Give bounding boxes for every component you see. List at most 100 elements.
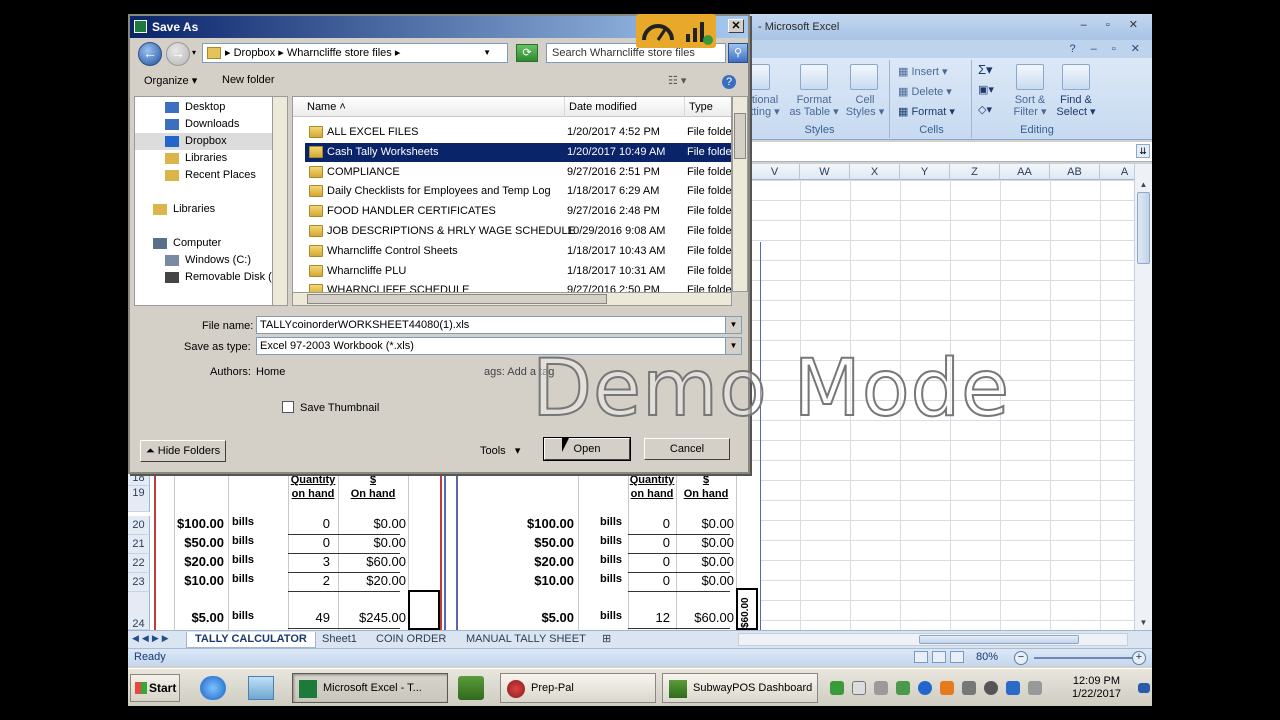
column-header[interactable]: AB — [1050, 164, 1100, 180]
file-name-field[interactable]: TALLYcoinorderWORKSHEET44080(1).xls ▼ — [256, 316, 742, 334]
column-header[interactable]: W — [800, 164, 850, 180]
tools-button[interactable]: Tools ▾ — [480, 444, 520, 457]
autosum-icon[interactable]: Σ▾ — [978, 63, 993, 76]
taskbar-subwaypos-button[interactable]: SubwayPOS Dashboard — [662, 673, 818, 703]
selected-box-cell[interactable] — [408, 590, 440, 630]
row-header[interactable]: 18 — [128, 472, 150, 486]
search-icon[interactable]: ⚲ — [728, 43, 748, 63]
amount-cell[interactable]: $60.00 — [340, 554, 406, 569]
vertical-scroll-thumb[interactable] — [1137, 192, 1150, 264]
clock[interactable]: 12:09 PM 1/22/2017 — [1072, 675, 1121, 701]
quantity-cell[interactable]: 0 — [288, 535, 330, 550]
organize-button[interactable]: Organize ▾ — [144, 74, 197, 87]
nav-item-computer[interactable]: Computer — [135, 235, 277, 252]
amount-cell[interactable]: $60.00 — [678, 610, 734, 625]
find-select-icon[interactable] — [1062, 64, 1090, 90]
workbook-window-controls[interactable]: ? – ▫ ✕ — [1069, 42, 1146, 55]
volume-icon[interactable] — [1028, 681, 1042, 695]
crumb-wharncliffe[interactable]: Wharncliffe store files — [287, 47, 392, 59]
amount-cell[interactable]: $0.00 — [678, 535, 734, 550]
forward-button[interactable]: → — [166, 42, 190, 66]
amount-cell[interactable]: $0.00 — [678, 554, 734, 569]
amount-cell[interactable]: $0.00 — [340, 516, 406, 531]
internet-explorer-icon[interactable] — [200, 676, 226, 700]
back-button[interactable]: ← — [138, 42, 162, 66]
quantity-cell[interactable]: 0 — [628, 516, 670, 531]
row-header[interactable]: 19 — [128, 486, 150, 512]
row-header[interactable]: 23 — [128, 573, 150, 592]
nav-item-recent-places[interactable]: Recent Places — [135, 167, 277, 184]
file-row[interactable]: Wharncliffe PLU 1/18/2017 10:31 AM File fo… — [305, 262, 731, 281]
zoom-out-icon[interactable]: − — [1014, 651, 1028, 665]
start-button[interactable]: Start — [130, 674, 180, 702]
authors-value[interactable]: Home — [256, 366, 285, 378]
address-box[interactable]: ▸ Dropbox ▸ Wharncliffe store files ▸ ▼ — [202, 43, 508, 63]
tray-app-icon[interactable] — [830, 681, 844, 695]
pos-app-icon[interactable] — [458, 676, 484, 700]
open-button[interactable]: Open — [543, 437, 631, 461]
explorer-icon[interactable] — [248, 676, 274, 700]
denomination-cell[interactable]: $50.00 — [518, 535, 574, 550]
nav-item-downloads[interactable]: Downloads — [135, 116, 277, 133]
unit-cell[interactable]: bills — [232, 535, 272, 547]
format-as-table-icon[interactable] — [800, 64, 828, 90]
tray-icon[interactable] — [962, 681, 976, 695]
flag-icon[interactable] — [852, 681, 866, 695]
horizontal-scroll-thumb[interactable] — [919, 635, 1079, 644]
denomination-cell[interactable]: $10.00 — [518, 573, 574, 588]
file-list-hscroll-thumb[interactable] — [307, 294, 607, 304]
tab-coin-order[interactable]: COIN ORDER — [368, 632, 454, 648]
amount-cell[interactable]: $20.00 — [340, 573, 406, 588]
unit-cell[interactable]: bills — [232, 573, 272, 585]
tab-sheet1[interactable]: Sheet1 — [314, 632, 365, 648]
quantity-cell[interactable]: 3 — [288, 554, 330, 569]
nav-pane-scrollbar[interactable] — [272, 96, 288, 306]
nav-item-desktop[interactable]: Desktop — [135, 99, 277, 116]
find-select-button[interactable]: Find & Select ▾ — [1054, 94, 1098, 118]
nav-item-removable-disk-d[interactable]: Removable Disk (D — [135, 269, 277, 286]
nav-item-libraries[interactable]: Libraries — [135, 150, 277, 167]
quantity-cell[interactable]: 0 — [288, 516, 330, 531]
format-button[interactable]: ▦ Format ▾ — [898, 106, 955, 118]
dropbox-tray-icon[interactable] — [918, 681, 932, 695]
cell-styles-icon[interactable] — [850, 64, 878, 90]
clear-icon[interactable]: ◇▾ — [978, 104, 992, 116]
unit-cell[interactable]: bills — [232, 516, 272, 528]
insert-button[interactable]: ▦ Insert ▾ — [898, 66, 948, 78]
column-header[interactable]: Z — [950, 164, 1000, 180]
quantity-cell[interactable]: 12 — [628, 610, 670, 625]
unit-cell[interactable]: bills — [232, 554, 272, 566]
zoom-slider[interactable] — [1034, 657, 1134, 659]
unit-cell[interactable]: bills — [232, 610, 272, 622]
denomination-cell[interactable]: $5.00 — [174, 610, 224, 625]
normal-view-icon[interactable] — [914, 651, 928, 663]
address-dropdown-icon[interactable]: ▼ — [483, 44, 491, 62]
refresh-button[interactable]: ⟳ — [516, 44, 538, 62]
denomination-cell[interactable]: $5.00 — [518, 610, 574, 625]
file-row[interactable]: Daily Checklists for Employees and Temp … — [305, 182, 731, 201]
conditional-formatting-button[interactable]: tional tting ▾ — [748, 94, 782, 118]
file-row[interactable]: COMPLIANCE 9/27/2016 2:51 PM File folder — [305, 163, 731, 182]
tab-manual-tally-sheet[interactable]: MANUAL TALLY SHEET — [458, 632, 594, 648]
expand-formula-icon[interactable]: ⇊ — [1136, 144, 1150, 158]
file-row[interactable]: Cash Tally Worksheets 1/20/2017 10:49 AM F… — [305, 142, 731, 162]
nav-item-dropbox[interactable]: Dropbox — [135, 133, 277, 150]
tray-icon-3[interactable] — [1006, 681, 1020, 695]
file-list-vscroll-thumb[interactable] — [734, 113, 746, 159]
denomination-cell[interactable]: $100.00 — [518, 516, 574, 531]
taskbar-excel-button[interactable]: Microsoft Excel - T... — [292, 673, 448, 703]
taskbar-preppal-button[interactable]: Prep-Pal — [500, 673, 656, 703]
recent-locations-icon[interactable]: ▾ — [192, 48, 196, 57]
format-as-table-button[interactable]: Format as Table ▾ — [786, 94, 842, 118]
fill-icon[interactable]: ▣▾ — [978, 84, 994, 96]
quantity-cell[interactable]: 0 — [628, 573, 670, 588]
chevron-down-icon[interactable]: ▼ — [725, 317, 741, 333]
insert-sheet-icon[interactable]: ⊞ — [594, 632, 619, 648]
quantity-cell[interactable]: 49 — [288, 610, 330, 625]
horizontal-scrollbar[interactable] — [738, 633, 1128, 646]
column-header[interactable]: X — [850, 164, 900, 180]
zoom-in-icon[interactable]: + — [1132, 651, 1146, 665]
page-layout-view-icon[interactable] — [932, 651, 946, 663]
tab-tally-calculator[interactable]: TALLY CALCULATOR — [186, 632, 316, 648]
file-row[interactable]: ALL EXCEL FILES 1/20/2017 4:52 PM File fol… — [305, 123, 731, 142]
